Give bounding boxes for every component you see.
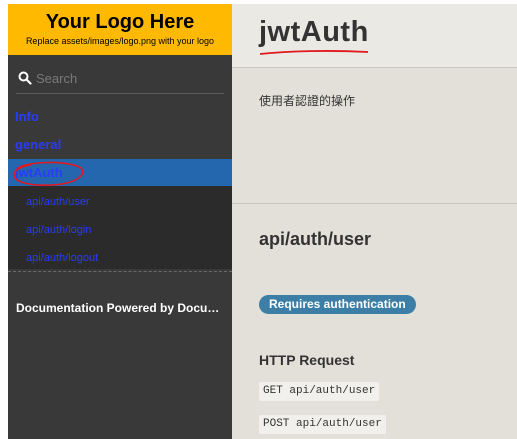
- toc-item-jwtauth[interactable]: jwtAuth: [8, 159, 232, 186]
- toc-subitem-api-auth-logout[interactable]: api/auth/logout: [26, 251, 98, 265]
- section-description: 使用者認證的操作: [259, 94, 356, 108]
- left-margin: [0, 0, 8, 439]
- toc-subitem-api-auth-login[interactable]: api/auth/login: [26, 223, 91, 237]
- section-divider: [232, 203, 517, 204]
- logo-subtitle: Replace assets/images/logo.png with your…: [25, 36, 215, 46]
- search-input[interactable]: [36, 68, 221, 88]
- endpoint-title: api/auth/user: [259, 229, 372, 249]
- page-title: jwtAuth: [259, 16, 369, 48]
- request-code-post: POST api/auth/user: [259, 415, 386, 434]
- search-box: [16, 66, 224, 94]
- auth-badge: Requires authentication: [259, 295, 416, 314]
- toc-subitem-api-auth-user[interactable]: api/auth/user: [26, 195, 90, 209]
- toc-item-info[interactable]: Info: [8, 109, 232, 125]
- toc-footer-divider: [8, 271, 232, 272]
- request-code-get: GET api/auth/user: [259, 382, 380, 401]
- logo[interactable]: Your Logo Here Replace assets/images/log…: [8, 4, 232, 55]
- http-request-heading: HTTP Request: [259, 352, 355, 368]
- main-content: jwtAuth 使用者認證的操作 api/auth/user Requires …: [232, 4, 517, 439]
- red-underline-annotation: [259, 50, 369, 55]
- toc-item-general[interactable]: general: [8, 137, 232, 153]
- page-header: jwtAuth: [232, 4, 517, 68]
- toc-footer-link[interactable]: Documentation Powered by Documentarian: [16, 301, 222, 315]
- sidebar: Your Logo Here Replace assets/images/log…: [8, 4, 232, 439]
- logo-title: Your Logo Here: [45, 11, 195, 33]
- toc-subsection: api/auth/user api/auth/login api/auth/lo…: [8, 186, 232, 269]
- search-icon: [18, 71, 32, 85]
